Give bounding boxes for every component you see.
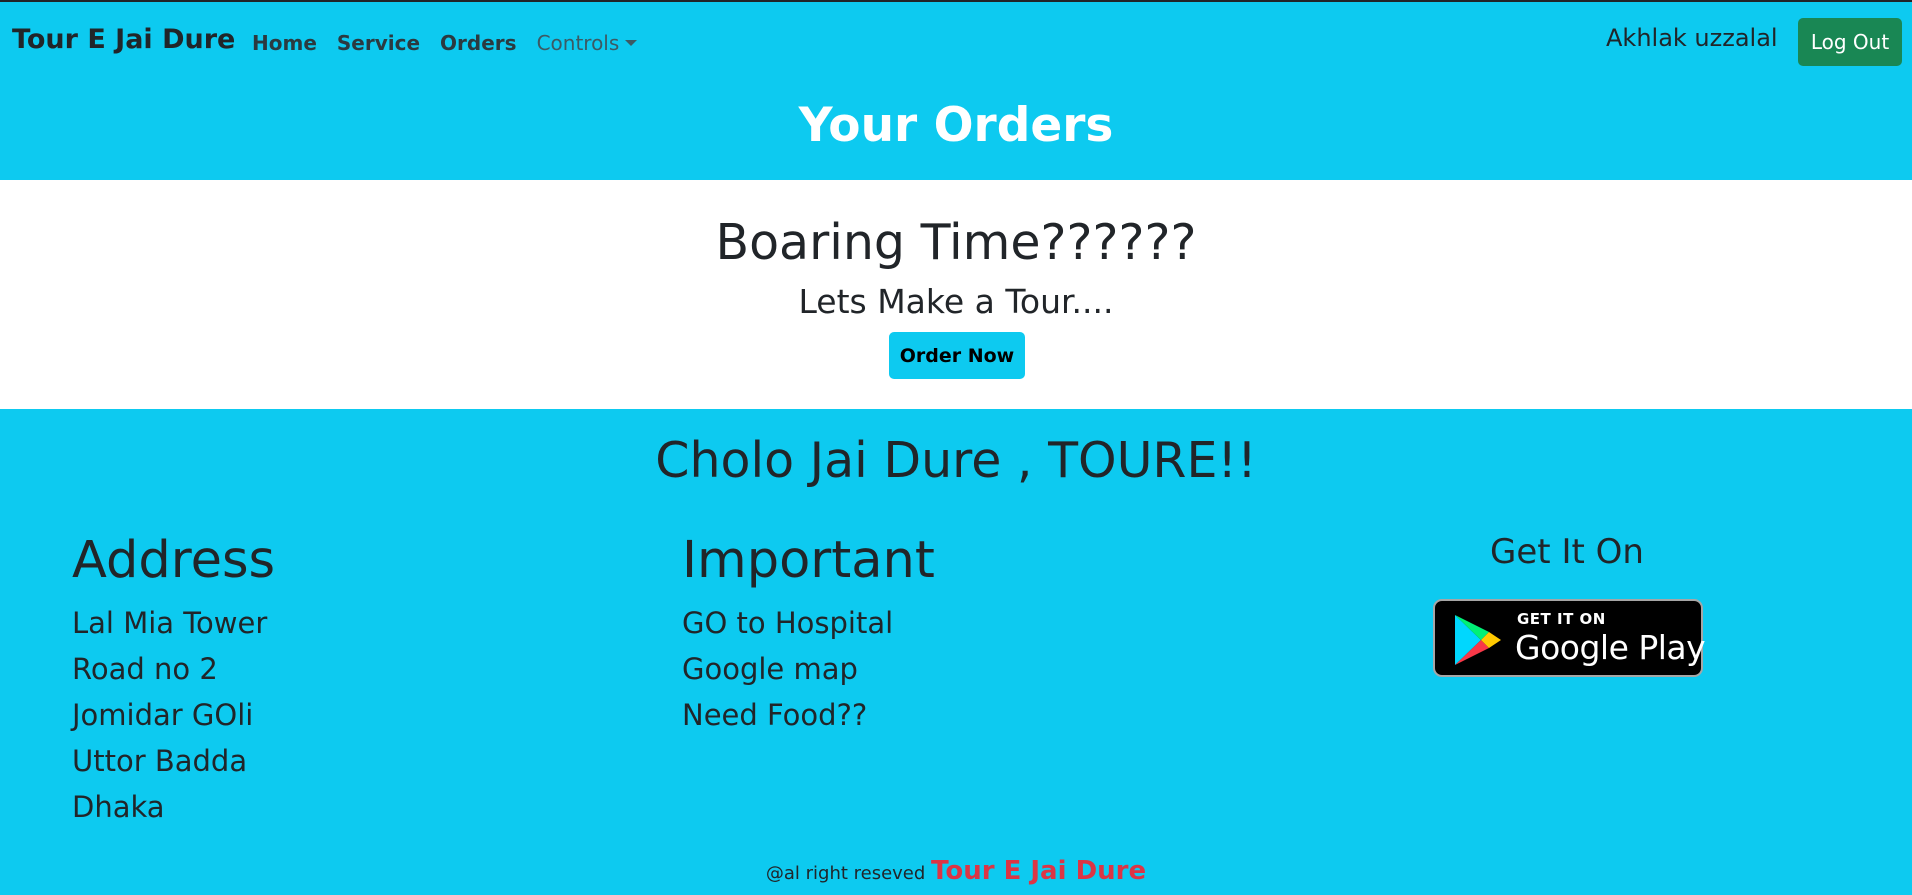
address-line: Jomidar GOli xyxy=(72,698,254,732)
badge-small-text: GET IT ON xyxy=(1517,610,1606,628)
nav-links: Home Service Orders Controls xyxy=(252,31,657,55)
important-column: Important GO to Hospital Google map Need… xyxy=(682,530,935,738)
copyright: @al right reseved Tour E Jai Dure xyxy=(0,856,1912,886)
address-line: Lal Mia Tower xyxy=(72,606,268,640)
address-line: Uttor Badda xyxy=(72,744,248,778)
important-link-google-map[interactable]: Google map xyxy=(682,646,935,692)
badge-big-text: Google Play xyxy=(1515,628,1706,667)
address-heading: Address xyxy=(72,531,276,590)
google-play-icon xyxy=(1455,615,1501,665)
important-link-food[interactable]: Need Food?? xyxy=(682,692,935,738)
nav-link-orders[interactable]: Orders xyxy=(440,31,517,55)
order-now-button[interactable]: Order Now xyxy=(889,332,1025,379)
hero-subtitle: Lets Make a Tour.... xyxy=(798,282,1114,321)
nav-link-service[interactable]: Service xyxy=(337,31,420,55)
logout-button[interactable]: Log Out xyxy=(1798,18,1902,66)
address-column: Address Lal Mia Tower Road no 2 Jomidar … xyxy=(72,530,275,830)
app-column: Get It On GET IT ON Google Play xyxy=(1433,528,1706,677)
nav-dropdown-label: Controls xyxy=(536,31,620,55)
caret-down-icon xyxy=(625,40,638,46)
app-heading: Get It On xyxy=(1490,532,1644,572)
navbar: Tour E Jai Dure Home Service Orders Cont… xyxy=(0,2,1912,80)
navbar-brand[interactable]: Tour E Jai Dure xyxy=(12,24,235,55)
important-link-hospital[interactable]: GO to Hospital xyxy=(682,600,935,646)
copyright-brand: Tour E Jai Dure xyxy=(931,856,1147,886)
hero-title: Boaring Time?????? xyxy=(715,214,1197,271)
address-line: Dhaka xyxy=(72,790,165,824)
address-line: Road no 2 xyxy=(72,652,218,686)
nav-dropdown-controls[interactable]: Controls xyxy=(537,31,638,55)
nav-link-home[interactable]: Home xyxy=(252,31,317,55)
copyright-text: @al right reseved xyxy=(765,863,926,884)
footer-headline: Cholo Jai Dure , TOURE!! xyxy=(655,432,1257,489)
google-play-badge[interactable]: GET IT ON Google Play xyxy=(1433,599,1706,677)
user-name: Akhlak uzzalal xyxy=(1606,24,1778,52)
important-heading: Important xyxy=(682,531,935,590)
hero-section: Boaring Time?????? Lets Make a Tour.... … xyxy=(0,180,1912,409)
page-title: Your Orders xyxy=(798,98,1114,153)
